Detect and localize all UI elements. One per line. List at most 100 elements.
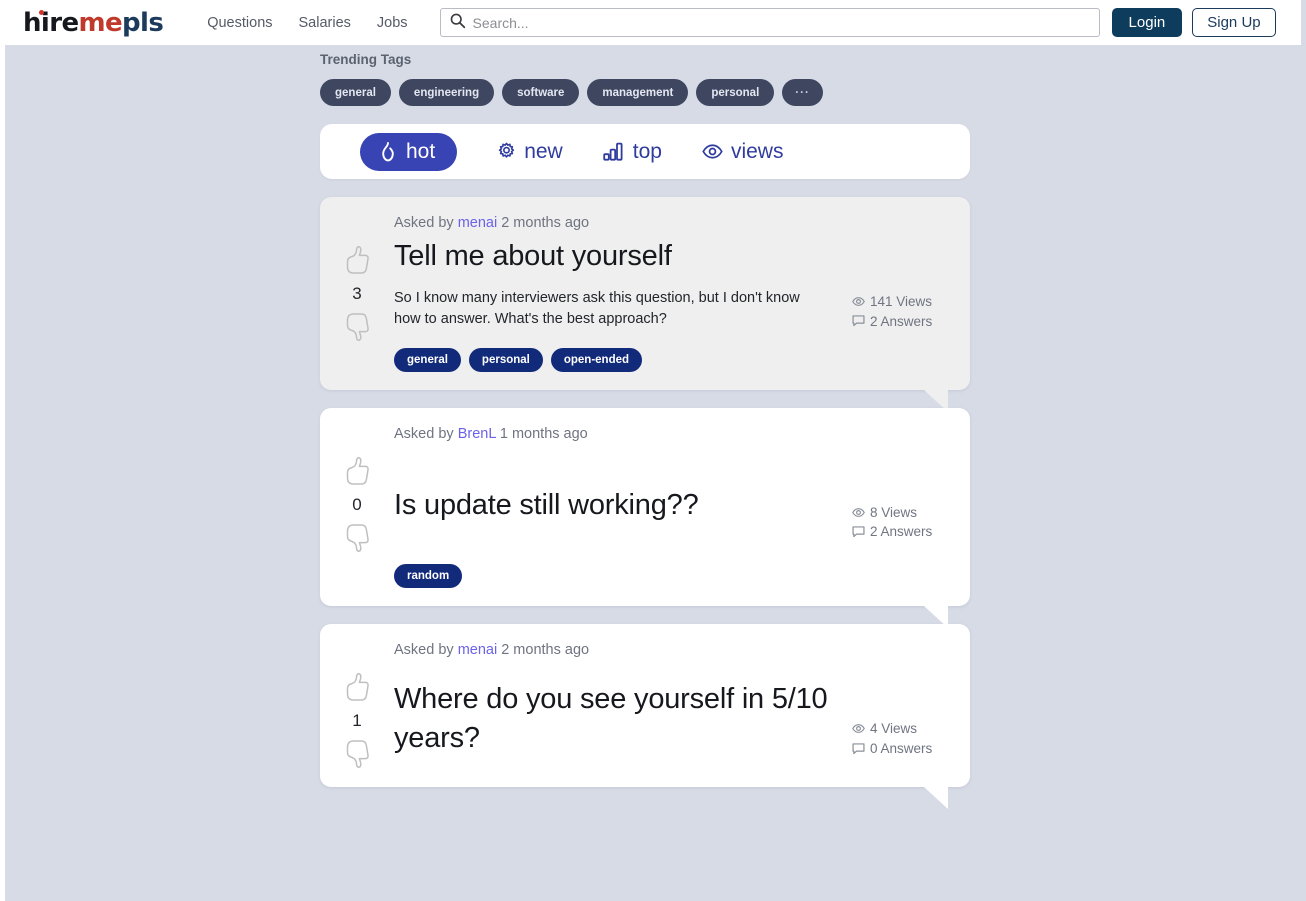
views-stat: 8 Views xyxy=(852,503,970,523)
comment-icon xyxy=(852,742,865,755)
thumbs-down-icon[interactable] xyxy=(344,739,371,769)
main-nav: Questions Salaries Jobs xyxy=(207,15,407,31)
answers-count: 2 Answers xyxy=(870,524,933,540)
tab-views[interactable]: views xyxy=(702,139,784,164)
vote-count: 0 xyxy=(352,494,362,514)
nav-item-salaries[interactable]: Salaries xyxy=(299,15,351,31)
logo-part-3: pls xyxy=(122,7,164,38)
asked-by-label: Asked by xyxy=(394,642,454,659)
question-tags: general personal open-ended xyxy=(394,347,840,372)
trending-tag-personal[interactable]: personal xyxy=(696,79,775,106)
answers-count: 2 Answers xyxy=(870,313,933,329)
search-input[interactable] xyxy=(472,14,1091,31)
trending-tag-engineering[interactable]: engineering xyxy=(398,79,495,106)
tab-views-label: views xyxy=(730,139,784,163)
thumbs-up-icon[interactable] xyxy=(344,245,371,275)
views-stat: 4 Views xyxy=(852,719,970,739)
logo-part-1: hire xyxy=(23,7,79,38)
comment-icon xyxy=(852,315,865,327)
sort-tab-bar: hot new top views xyxy=(320,124,970,179)
vote-control: 1 xyxy=(320,642,394,769)
tab-new[interactable]: new xyxy=(497,140,563,164)
question-body: Asked by BrenL 1 months ago Is update st… xyxy=(394,426,852,589)
comment-icon xyxy=(852,526,865,538)
vote-control: 3 xyxy=(320,215,394,372)
trending-tag-software[interactable]: software xyxy=(502,79,580,106)
search-box[interactable] xyxy=(439,8,1100,37)
views-count: 4 Views xyxy=(870,721,918,737)
logo-part-2: me xyxy=(78,7,123,38)
question-tags: random xyxy=(394,564,840,589)
trending-tag-general[interactable]: general xyxy=(320,79,391,106)
answers-stat: 0 Answers xyxy=(852,739,970,759)
author-link[interactable]: BrenL xyxy=(458,426,496,442)
views-count: 8 Views xyxy=(870,504,918,520)
signup-button[interactable]: Sign Up xyxy=(1192,8,1276,37)
login-button[interactable]: Login xyxy=(1111,8,1183,37)
bar-chart-icon xyxy=(603,142,625,161)
question-excerpt: So I know many interviewers ask this que… xyxy=(394,289,800,327)
question-card[interactable]: 0 Asked by BrenL 1 months ago Is update … xyxy=(320,407,970,629)
eye-icon xyxy=(702,143,723,160)
trending-tags-row: general engineering software management … xyxy=(320,79,970,106)
author-link[interactable]: menai xyxy=(458,215,498,231)
asked-time: 1 months ago xyxy=(499,425,588,442)
eye-icon xyxy=(852,507,865,518)
tab-new-label: new xyxy=(524,139,563,163)
question-stats: 8 Views 2 Answers xyxy=(852,426,970,589)
answers-stat: 2 Answers xyxy=(852,522,970,542)
left-edge-strip xyxy=(0,0,5,901)
site-header: hiremepls Questions Salaries Jobs Login … xyxy=(5,0,1301,45)
trending-tags-label: Trending Tags xyxy=(320,52,412,67)
author-link[interactable]: menai xyxy=(458,642,498,658)
asked-line: Asked by menai 2 months ago xyxy=(394,642,840,658)
nav-item-jobs[interactable]: Jobs xyxy=(377,15,408,31)
tab-top-label: top xyxy=(632,139,662,163)
speech-bubble-tail xyxy=(924,787,948,810)
flame-icon xyxy=(378,141,398,163)
tab-hot-label: hot xyxy=(406,139,436,163)
trending-tag-management[interactable]: management xyxy=(587,79,689,106)
views-stat: 141 Views xyxy=(852,292,970,312)
asked-time: 2 months ago xyxy=(501,215,590,231)
asked-line: Asked by BrenL 1 months ago xyxy=(394,426,840,442)
question-tag[interactable]: open-ended xyxy=(550,347,643,372)
nav-item-questions[interactable]: Questions xyxy=(207,15,272,31)
sparkle-icon xyxy=(497,142,516,161)
question-body: Asked by menai 2 months ago Tell me abou… xyxy=(394,215,852,372)
thumbs-up-icon[interactable] xyxy=(344,456,371,486)
question-body: Asked by menai 2 months ago Where do you… xyxy=(394,642,852,769)
question-card[interactable]: 3 Asked by menai 2 months ago Tell me ab… xyxy=(320,197,970,412)
thumbs-down-icon[interactable] xyxy=(344,312,371,342)
eye-icon xyxy=(852,723,865,734)
thumbs-up-icon[interactable] xyxy=(344,672,371,702)
search-icon xyxy=(449,12,466,34)
asked-by-label: Asked by xyxy=(394,425,454,442)
thumbs-down-icon[interactable] xyxy=(344,523,371,553)
question-title[interactable]: Where do you see yourself in 5/10 years? xyxy=(394,680,834,757)
answers-count: 0 Answers xyxy=(870,740,933,756)
vote-count: 1 xyxy=(352,711,362,731)
asked-line: Asked by menai 2 months ago xyxy=(394,215,840,231)
question-tag[interactable]: general xyxy=(394,347,461,372)
vote-count: 3 xyxy=(352,284,362,303)
tab-top[interactable]: top xyxy=(603,140,662,164)
trending-tag-more-button[interactable]: ··· xyxy=(782,79,823,106)
question-title[interactable]: Tell me about yourself xyxy=(394,237,840,276)
question-card[interactable]: 1 Asked by menai 2 months ago Where do y… xyxy=(320,624,970,810)
vote-control: 0 xyxy=(320,426,394,589)
tab-hot[interactable]: hot xyxy=(360,132,458,171)
question-tag[interactable]: personal xyxy=(468,347,543,372)
question-tag[interactable]: random xyxy=(394,564,463,589)
question-title[interactable]: Is update still working?? xyxy=(394,486,840,525)
site-logo[interactable]: hiremepls xyxy=(23,7,164,38)
asked-by-label: Asked by xyxy=(394,215,454,231)
eye-icon xyxy=(852,296,865,307)
logo-dot-icon xyxy=(39,9,44,15)
asked-time: 2 months ago xyxy=(501,642,590,659)
views-count: 141 Views xyxy=(870,294,933,309)
question-stats: 4 Views 0 Answers xyxy=(852,642,970,769)
answers-stat: 2 Answers xyxy=(852,312,970,332)
main-content: Trending Tags general engineering softwa… xyxy=(320,45,970,810)
question-stats: 141 Views 2 Answers xyxy=(852,215,970,372)
